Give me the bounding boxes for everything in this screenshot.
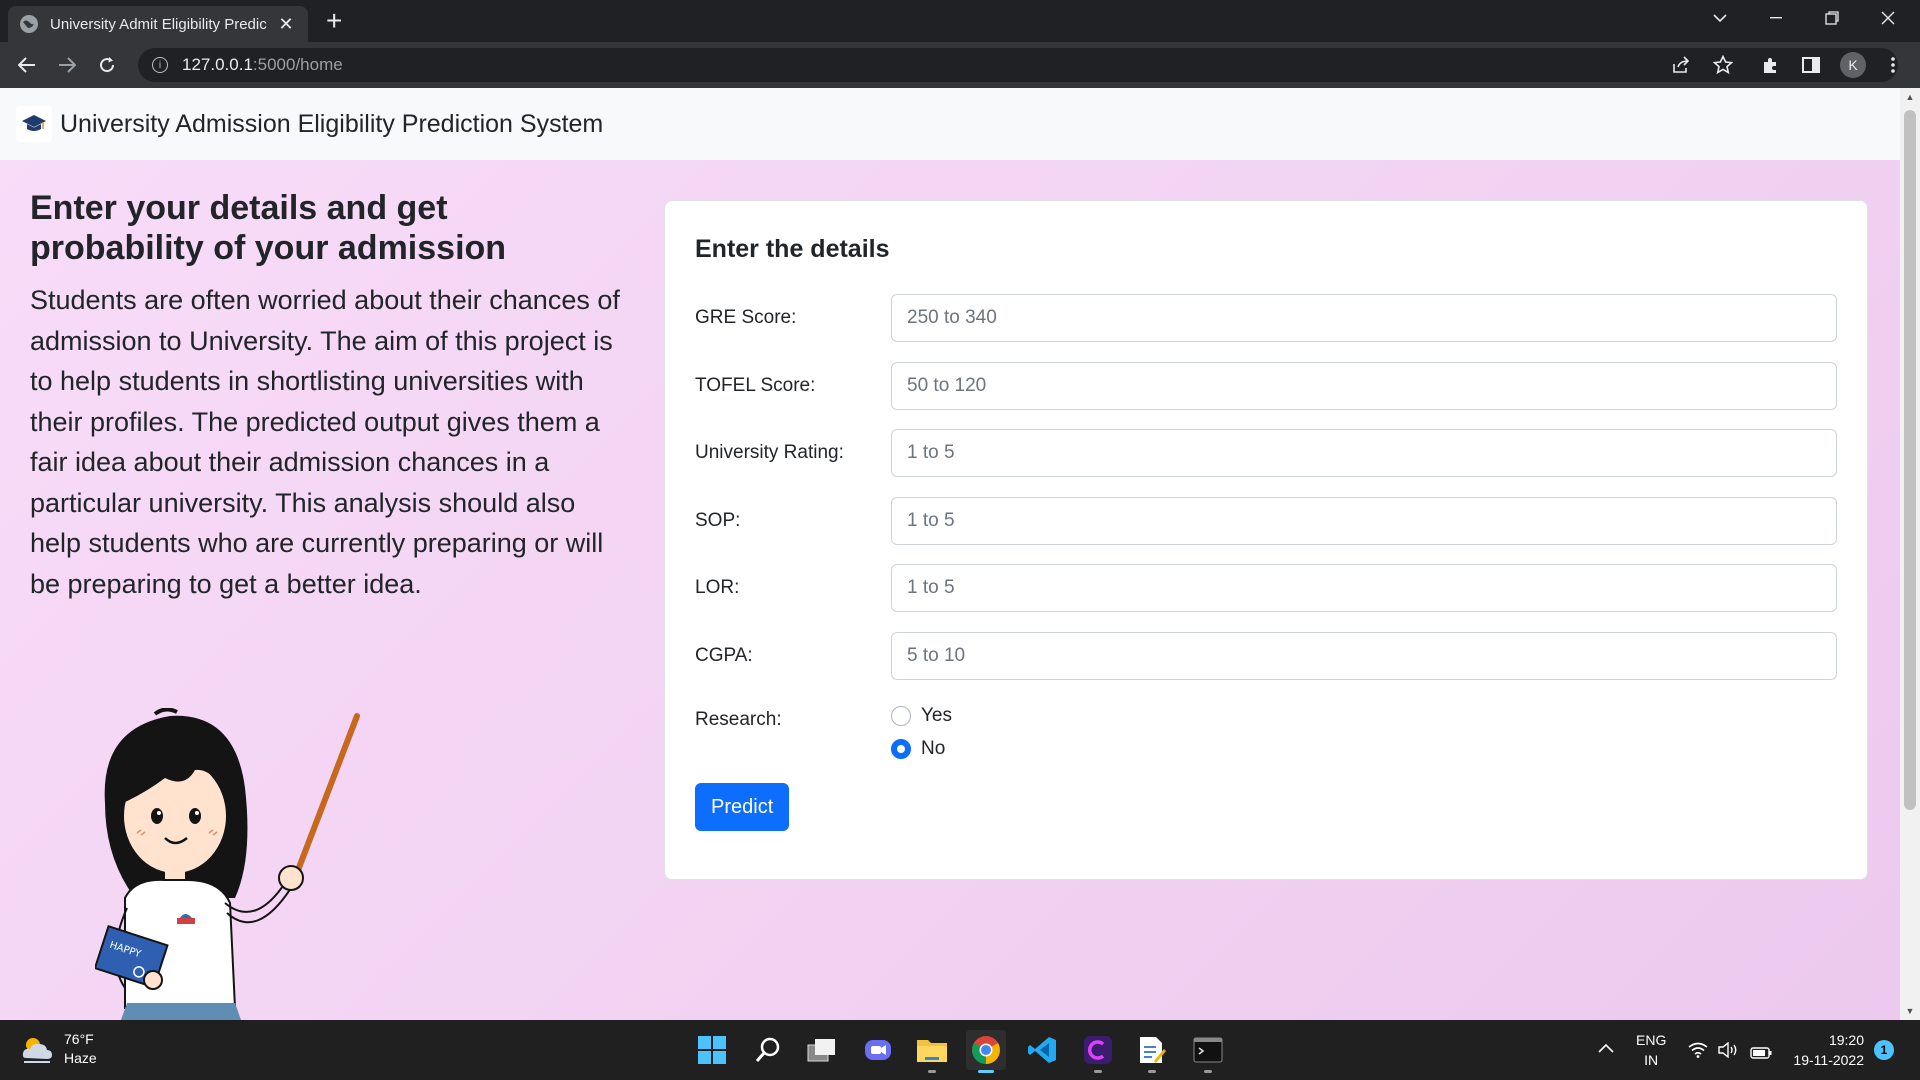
language-code: ENG	[1636, 1032, 1667, 1048]
university-rating-input[interactable]	[891, 429, 1837, 477]
new-tab-icon[interactable]: +	[326, 6, 342, 36]
sop-row: SOP:	[695, 496, 1837, 545]
tofel-score-label: TOFEL Score:	[695, 374, 816, 396]
chrome-icon[interactable]	[966, 1030, 1006, 1073]
university-rating-row: University Rating:	[695, 429, 1837, 477]
lor-label: LOR:	[695, 577, 740, 598]
side-panel-icon[interactable]	[1798, 52, 1824, 78]
tab-search-icon[interactable]	[1692, 0, 1748, 36]
battery-icon[interactable]	[1750, 1044, 1772, 1064]
page-scrollbar[interactable]: ▲ ▼	[1900, 88, 1920, 1020]
gre-score-input[interactable]	[891, 294, 1837, 342]
url-text: 127.0.0.1:5000/home	[182, 55, 343, 75]
research-radio-group: Yes No	[891, 699, 952, 765]
profile-avatar[interactable]: K	[1840, 52, 1866, 78]
language-indicator[interactable]: ENG IN	[1636, 1030, 1666, 1070]
url-path: :5000/home	[252, 55, 343, 74]
tofel-score-input[interactable]	[891, 361, 1837, 410]
close-window-icon[interactable]	[1860, 0, 1916, 36]
radio-no-label: No	[921, 737, 946, 759]
wifi-icon[interactable]	[1688, 1042, 1708, 1063]
tofel-score-row: TOFEL Score:	[695, 361, 1837, 410]
browser-tab-strip: University Admit Eligibility Predic ✕ +	[0, 0, 1920, 42]
file-explorer-icon[interactable]	[912, 1030, 952, 1073]
notification-badge[interactable]: 1	[1874, 1040, 1894, 1060]
windows-taskbar: 76°F Haze ENG IN 19:20 19-11-2022 1	[0, 1020, 1920, 1080]
browser-tab[interactable]: University Admit Eligibility Predic ✕	[8, 6, 308, 42]
navbar-brand[interactable]: University Admission Eligibility Predict…	[60, 110, 603, 139]
weather-widget[interactable]: 76°F Haze	[20, 1030, 97, 1068]
address-bar[interactable]: i 127.0.0.1:5000/home	[138, 48, 1898, 82]
intro-heading: Enter your details and get probability o…	[30, 189, 507, 267]
start-icon[interactable]	[692, 1030, 732, 1070]
bookmark-star-icon[interactable]	[1710, 52, 1736, 78]
radio-yes-label: Yes	[921, 704, 952, 726]
sop-label: SOP:	[695, 509, 741, 531]
minimize-icon[interactable]	[1748, 0, 1804, 36]
app-icon[interactable]	[1078, 1030, 1118, 1073]
task-view-icon[interactable]	[802, 1030, 842, 1070]
show-hidden-icons[interactable]	[1598, 1038, 1614, 1058]
scroll-up-icon[interactable]: ▲	[1900, 92, 1920, 102]
browser-toolbar: i 127.0.0.1:5000/home K	[0, 42, 1920, 88]
university-rating-label: University Rating:	[695, 442, 844, 463]
haze-weather-icon	[22, 1038, 52, 1063]
globe-icon	[20, 15, 38, 33]
form-title: Enter the details	[695, 235, 890, 263]
back-icon[interactable]	[12, 50, 42, 80]
tab-title: University Admit Eligibility Predic	[50, 15, 267, 33]
weather-temp: 76°F	[64, 1031, 94, 1047]
vscode-icon[interactable]	[1022, 1030, 1062, 1070]
restore-icon[interactable]	[1804, 0, 1860, 36]
clock[interactable]: 19:20 19-11-2022	[1784, 1030, 1864, 1070]
reload-icon[interactable]	[92, 50, 122, 80]
weather-desc: Haze	[64, 1050, 97, 1066]
url-host: 127.0.0.1	[182, 55, 253, 74]
tab-close-icon[interactable]: ✕	[276, 14, 296, 35]
scrollbar-thumb[interactable]	[1904, 110, 1916, 810]
graduation-cap-icon	[16, 106, 52, 142]
gre-score-row: GRE Score:	[695, 294, 1837, 342]
intro-section: Enter your details and get probability o…	[30, 188, 630, 604]
scroll-down-icon[interactable]: ▼	[1900, 1006, 1920, 1016]
terminal-icon[interactable]	[1188, 1030, 1228, 1073]
clock-date: 19-11-2022	[1793, 1052, 1864, 1068]
lor-row: LOR:	[695, 564, 1837, 612]
notepad-icon[interactable]	[1132, 1030, 1172, 1073]
chat-icon[interactable]	[858, 1030, 898, 1070]
sop-input[interactable]	[891, 496, 1837, 545]
radio-yes[interactable]	[891, 705, 911, 726]
radio-no[interactable]	[891, 738, 911, 759]
gre-score-label: GRE Score:	[695, 307, 797, 328]
cgpa-input[interactable]	[891, 631, 1837, 680]
lor-input[interactable]	[891, 564, 1837, 612]
search-icon[interactable]	[748, 1030, 788, 1070]
web-page: University Admission Eligibility Predict…	[0, 88, 1900, 1020]
research-row: Research: Yes No	[695, 699, 1837, 765]
navbar: University Admission Eligibility Predict…	[0, 88, 1900, 160]
clock-time: 19:20	[1828, 1032, 1864, 1048]
intro-paragraph: Students are often worried about their c…	[30, 285, 620, 599]
site-info-icon[interactable]: i	[152, 57, 168, 73]
cgpa-row: CGPA:	[695, 631, 1837, 680]
menu-icon[interactable]	[1880, 52, 1906, 78]
volume-icon[interactable]	[1718, 1041, 1740, 1063]
research-label: Research:	[695, 709, 782, 730]
girl-with-pointer-illustration: HAPPY	[95, 708, 360, 1020]
research-option-no[interactable]: No	[891, 732, 952, 765]
details-form-card: Enter the details GRE Score: TOFEL Score…	[664, 200, 1868, 880]
extensions-icon[interactable]	[1758, 52, 1784, 78]
predict-button[interactable]: Predict	[695, 783, 790, 831]
region-code: IN	[1644, 1052, 1659, 1068]
cgpa-label: CGPA:	[695, 644, 753, 666]
forward-icon[interactable]	[52, 50, 82, 80]
research-option-yes[interactable]: Yes	[891, 699, 952, 732]
share-icon[interactable]	[1668, 52, 1694, 78]
